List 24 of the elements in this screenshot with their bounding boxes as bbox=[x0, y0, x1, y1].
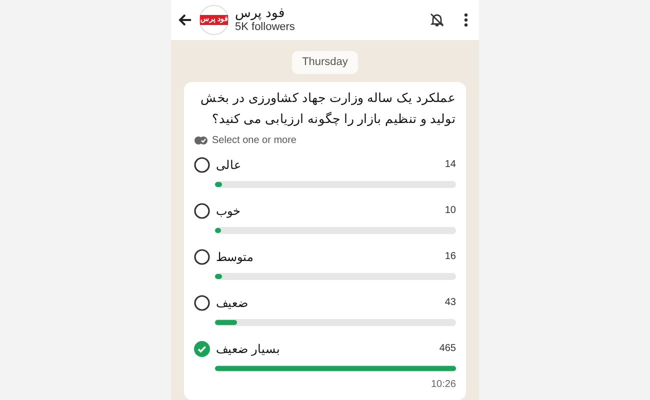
message-time: 10:26 bbox=[430, 378, 456, 392]
option-label: بسیار ضعیف bbox=[216, 340, 280, 358]
muted-bell-icon[interactable] bbox=[429, 12, 445, 28]
radio-button[interactable] bbox=[194, 248, 210, 264]
option-label: متوسط bbox=[216, 248, 254, 266]
channel-name: فود پرس bbox=[235, 5, 286, 22]
double-check-icon bbox=[194, 136, 208, 144]
vote-count: 16 bbox=[444, 250, 456, 264]
poll-hint: Select one or more bbox=[212, 134, 296, 148]
radio-button[interactable] bbox=[194, 156, 210, 172]
vote-count: 43 bbox=[444, 296, 456, 310]
option-label: خوب bbox=[216, 202, 241, 220]
vote-count: 465 bbox=[439, 342, 456, 356]
checked-radio[interactable] bbox=[194, 340, 210, 356]
poll-question: عملکرد یک ساله وزارت جهاد کشاورزی در بخش تولید و تنظیم بازار را چگونه ارزیابی می کنید؟ bbox=[200, 90, 456, 128]
radio-button[interactable] bbox=[194, 202, 210, 218]
followers-count: 5K followers bbox=[235, 21, 295, 35]
back-arrow-icon[interactable] bbox=[177, 12, 193, 28]
vote-count: 10 bbox=[444, 204, 456, 218]
option-label: ضعیف bbox=[216, 294, 249, 312]
radio-button[interactable] bbox=[194, 294, 210, 310]
date-chip: Thursday bbox=[292, 51, 358, 74]
option-label: عالی bbox=[216, 156, 242, 174]
vote-count: 14 bbox=[444, 158, 456, 172]
